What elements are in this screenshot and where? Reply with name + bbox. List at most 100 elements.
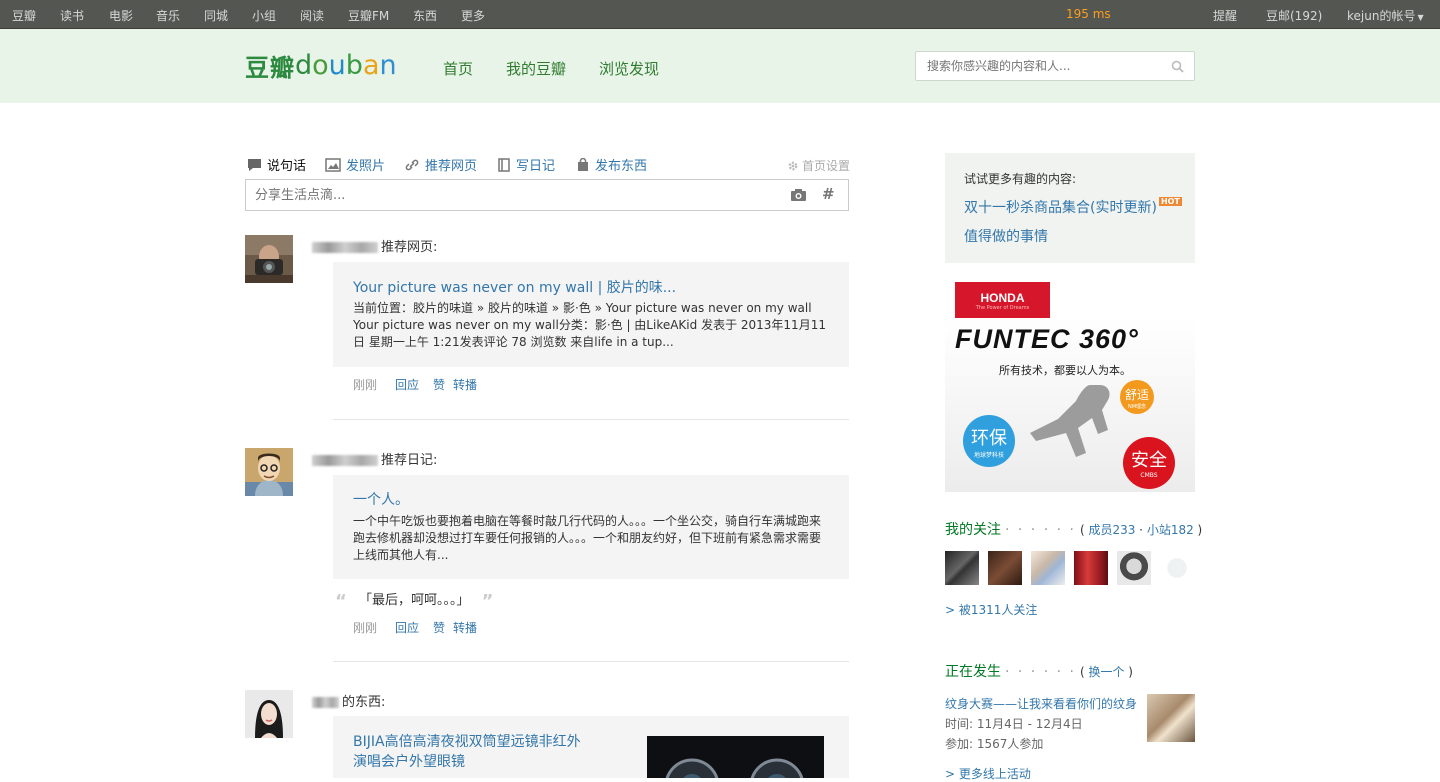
share-box: # xyxy=(245,179,849,211)
eco-badge: 环保 地球梦科技 xyxy=(963,415,1015,467)
gnav-item-group[interactable]: 小组 xyxy=(252,7,276,24)
tab-say[interactable]: 说句话 xyxy=(247,155,306,174)
share-input[interactable] xyxy=(246,180,766,210)
feed-action: 推荐日记: xyxy=(381,453,438,468)
event-thumbnail[interactable] xyxy=(1147,694,1195,742)
following-avatar[interactable] xyxy=(1160,551,1194,585)
tab-link[interactable]: 推荐网页 xyxy=(404,155,477,174)
gnav-item-music[interactable]: 音乐 xyxy=(156,7,180,24)
speech-bubble-icon xyxy=(248,158,261,171)
sites-link[interactable]: 小站182 xyxy=(1147,523,1194,537)
mail-link[interactable]: 豆邮(192) xyxy=(1266,7,1322,24)
tab-diary-label: 写日记 xyxy=(516,159,556,174)
avatar[interactable] xyxy=(245,235,293,283)
ad-headline: FUNTEC 360° xyxy=(955,324,1139,354)
feed-quote: “ 「最后，呵呵。。。」 ” xyxy=(335,589,493,612)
worth-doing-link[interactable]: 值得做的事情 xyxy=(964,226,1048,246)
feed-user-line: 推荐网页: xyxy=(312,236,437,255)
gnav-item-dongxi[interactable]: 东西 xyxy=(413,7,437,24)
followed-by-link[interactable]: > 被1311人关注 xyxy=(945,601,1037,618)
figure-silhouette-icon xyxy=(1030,385,1110,457)
close-quote-icon: ” xyxy=(481,591,494,612)
site-header xyxy=(0,29,1440,103)
gnav-item-douban[interactable]: 豆瓣 xyxy=(12,7,36,24)
feed-user-line: 推荐日记: xyxy=(312,449,437,468)
notebook-icon xyxy=(498,157,510,172)
gnav-item-read[interactable]: 阅读 xyxy=(300,7,324,24)
camera-icon[interactable] xyxy=(790,188,807,202)
more-events-link[interactable]: > 更多线上活动 xyxy=(945,765,1031,782)
following-avatar[interactable] xyxy=(945,551,979,585)
gnav-item-book[interactable]: 读书 xyxy=(60,7,84,24)
feed-card-title[interactable]: BIJIA高倍高清夜视双筒望远镜非红外 演唱会户外望眼镜 xyxy=(353,732,581,772)
tab-say-label: 说句话 xyxy=(267,159,307,174)
search-input[interactable] xyxy=(916,52,1156,80)
search-icon[interactable] xyxy=(1171,60,1184,73)
logo-en: douban xyxy=(295,50,397,81)
product-thumbnail[interactable] xyxy=(647,736,824,778)
event-join: 参加: 1567人参加 xyxy=(945,737,1044,751)
like-link[interactable]: 赞 xyxy=(433,621,445,635)
following-avatar[interactable] xyxy=(1074,551,1108,585)
home-settings-link[interactable]: 首页设置 xyxy=(787,157,850,174)
blurred-username xyxy=(312,242,378,253)
feed-actions: 刚刚 回应赞转播 xyxy=(353,376,477,393)
nav-home[interactable]: 首页 xyxy=(443,58,473,79)
douban-logo[interactable]: 豆瓣douban xyxy=(245,48,397,82)
gnav-item-fm[interactable]: 豆瓣FM xyxy=(348,7,389,24)
members-link[interactable]: 成员233 xyxy=(1088,523,1135,537)
reshare-link[interactable]: 转播 xyxy=(453,378,477,392)
event-title-link[interactable]: 纹身大赛——让我来看看你们的纹身 xyxy=(945,695,1137,712)
happening-title: 正在发生 xyxy=(945,664,1001,680)
avatar[interactable] xyxy=(245,690,293,738)
feed-card: BIJIA高倍高清夜视双筒望远镜非红外 演唱会户外望眼镜 xyxy=(333,716,849,778)
honda-logo: HONDA The Power of Dreams xyxy=(955,282,1050,318)
image-icon xyxy=(325,157,341,172)
feed-card-title[interactable]: 一个人。 xyxy=(353,489,409,509)
feed-divider xyxy=(333,661,849,662)
reshare-link[interactable]: 转播 xyxy=(453,621,477,635)
search-box xyxy=(915,51,1195,81)
tab-dongxi-label: 发布东西 xyxy=(595,159,648,174)
gear-icon xyxy=(788,161,798,170)
feed-card-desc: 一个中午吃饭也要抱着电脑在等餐时敲几行代码的人。。。一个坐公交，骑自行车满城跑来… xyxy=(353,514,822,562)
tab-photo-label: 发照片 xyxy=(346,159,386,174)
account-menu[interactable]: kejun的帐号 ▼ xyxy=(1347,7,1424,24)
try-more-box: 试试更多有趣的内容: 双十一秒杀商品集合(实时更新) HOT 值得做的事情 xyxy=(945,153,1195,263)
honda-ad-banner[interactable]: HONDA The Power of Dreams FUNTEC 360° 所有… xyxy=(945,282,1195,492)
gnav-item-location[interactable]: 同城 xyxy=(204,7,228,24)
event-time: 时间: 11月4日 - 12月4日 xyxy=(945,717,1083,731)
gnav-item-more[interactable]: 更多 xyxy=(461,7,485,24)
feed-user-line: 的东西: xyxy=(312,691,385,710)
remind-link[interactable]: 提醒 xyxy=(1213,7,1237,24)
hot-badge: HOT xyxy=(1158,197,1182,206)
tab-diary[interactable]: 写日记 xyxy=(497,155,555,174)
feed-card-title[interactable]: Your picture was never on my wall | 胶片的味… xyxy=(353,277,676,297)
feed-card: 一个人。 一个中午吃饭也要抱着电脑在等餐时敲几行代码的人。。。一个坐公交，骑自行… xyxy=(333,475,849,579)
tab-dongxi[interactable]: 发布东西 xyxy=(576,155,647,174)
avatar[interactable] xyxy=(245,448,293,496)
gnav-item-movie[interactable]: 电影 xyxy=(109,7,133,24)
feed-card: Your picture was never on my wall | 胶片的味… xyxy=(333,262,849,367)
open-quote-icon: “ xyxy=(335,591,347,612)
caret-down-icon: ▼ xyxy=(1417,13,1424,22)
following-avatar[interactable] xyxy=(1117,551,1151,585)
like-link[interactable]: 赞 xyxy=(433,378,445,392)
reply-link[interactable]: 回应 xyxy=(395,621,419,635)
feed-card-desc: 当前位置：胶片的味道 » 胶片的味道 » 影·色 » Your picture … xyxy=(353,301,826,349)
tab-photo[interactable]: 发照片 xyxy=(325,155,385,174)
comfort-badge: 舒适 NM理念 xyxy=(1120,380,1154,414)
nav-my-douban[interactable]: 我的豆瓣 xyxy=(506,58,566,79)
shopping-bag-icon xyxy=(578,157,588,171)
following-avatar[interactable] xyxy=(1031,551,1065,585)
following-avatar[interactable] xyxy=(988,551,1022,585)
reply-link[interactable]: 回应 xyxy=(395,378,419,392)
sale-link[interactable]: 双十一秒杀商品集合(实时更新) HOT xyxy=(964,197,1182,217)
nav-explore[interactable]: 浏览发现 xyxy=(599,58,659,79)
blurred-username xyxy=(312,455,378,466)
switch-link[interactable]: 换一个 xyxy=(1088,665,1124,679)
feed-card-title-line1: BIJIA高倍高清夜视双筒望远镜非红外 xyxy=(353,734,581,750)
hashtag-button[interactable]: # xyxy=(822,185,835,203)
account-label: kejun的帐号 xyxy=(1347,9,1416,23)
ad-slogan: 所有技术，都要以人为本。 xyxy=(999,364,1131,377)
